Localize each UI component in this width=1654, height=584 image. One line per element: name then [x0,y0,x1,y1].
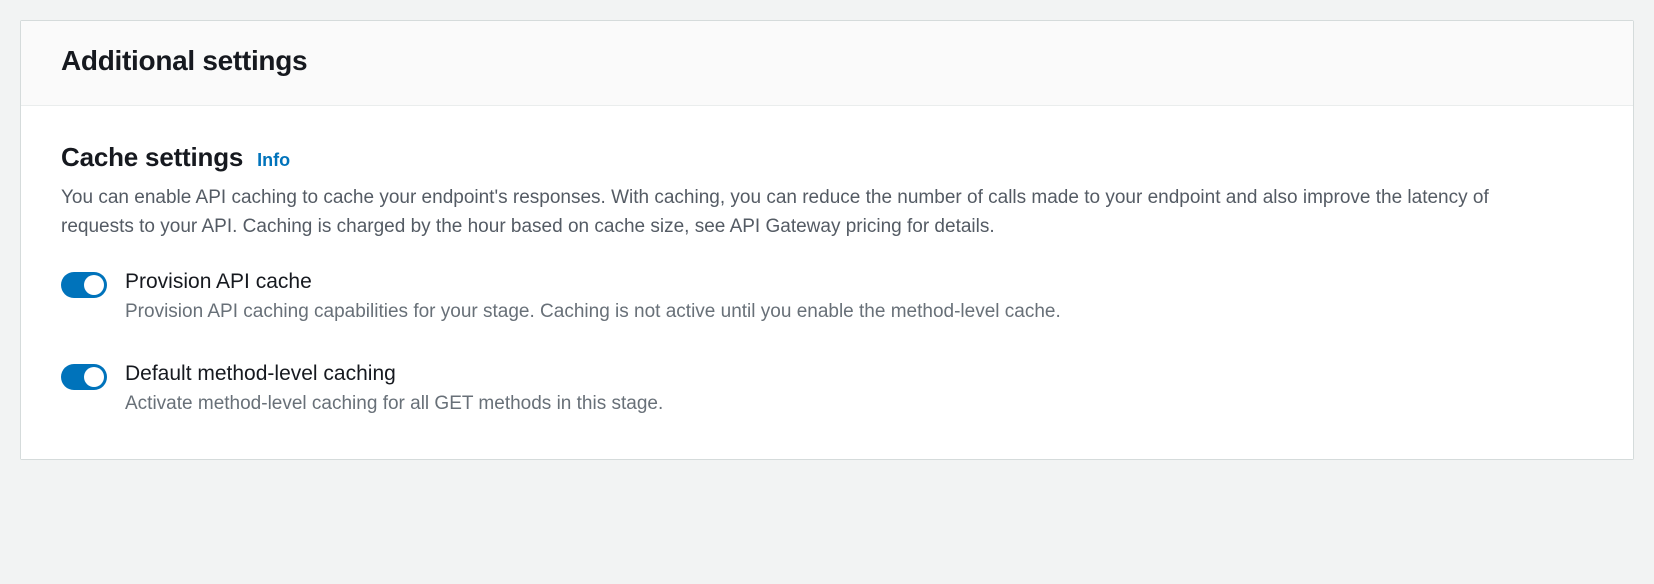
info-link[interactable]: Info [257,150,290,171]
additional-settings-panel: Additional settings Cache settings Info … [20,20,1634,460]
panel-body: Cache settings Info You can enable API c… [21,106,1633,459]
provision-api-cache-row: Provision API cache Provision API cachin… [61,270,1593,327]
provision-api-cache-description: Provision API caching capabilities for y… [125,298,1593,327]
cache-settings-description: You can enable API caching to cache your… [61,183,1541,242]
default-method-caching-text: Default method-level caching Activate me… [125,362,1593,419]
provision-api-cache-toggle[interactable] [61,272,107,298]
default-method-caching-label: Default method-level caching [125,362,1593,386]
cache-settings-title: Cache settings [61,142,243,173]
toggle-knob-icon [84,275,104,295]
panel-header: Additional settings [21,21,1633,106]
cache-settings-title-row: Cache settings Info [61,142,1593,173]
default-method-caching-description: Activate method-level caching for all GE… [125,390,1593,419]
provision-api-cache-text: Provision API cache Provision API cachin… [125,270,1593,327]
default-method-caching-row: Default method-level caching Activate me… [61,362,1593,419]
panel-title: Additional settings [61,45,1593,77]
default-method-caching-toggle[interactable] [61,364,107,390]
provision-api-cache-label: Provision API cache [125,270,1593,294]
